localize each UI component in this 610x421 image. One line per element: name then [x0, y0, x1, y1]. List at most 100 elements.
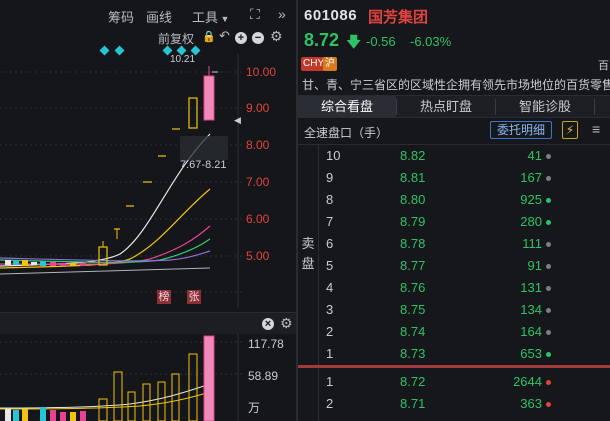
- order-indicator-dot: [546, 176, 551, 181]
- order-quantity: 164: [520, 324, 542, 339]
- rank-tag[interactable]: 榜: [157, 290, 171, 304]
- tab-overview[interactable]: 综合看盘: [298, 96, 396, 118]
- order-price: 8.80: [400, 192, 426, 207]
- limit-up-tag[interactable]: 张: [187, 290, 201, 304]
- order-indicator-dot: [546, 220, 551, 225]
- tab-hotspot[interactable]: 热点盯盘: [397, 96, 495, 118]
- orderbook-row[interactable]: 4 8.76 131: [320, 277, 610, 299]
- lock-icon[interactable]: 🔒: [202, 30, 216, 43]
- settings-icon[interactable]: ⚙: [270, 28, 283, 45]
- orderbook-title: 全速盘口（手）: [304, 126, 389, 140]
- axis-tick: 5.00: [246, 249, 270, 263]
- undo-icon[interactable]: ↶: [219, 28, 230, 44]
- chip-button[interactable]: 筹码: [108, 7, 134, 26]
- candlestick-chart: [0, 54, 242, 308]
- order-price: 8.73: [400, 346, 426, 361]
- orderbook-row[interactable]: 2 8.74 164: [320, 321, 610, 343]
- order-indicator-dot: [546, 198, 551, 203]
- orderbook-row[interactable]: 1 8.73 653: [320, 343, 610, 365]
- order-indicator-dot: [546, 286, 551, 291]
- orderbook-row[interactable]: 5 8.77 91: [320, 255, 610, 277]
- settings-icon[interactable]: ⚙: [280, 315, 293, 332]
- order-level: 1: [326, 374, 334, 389]
- order-quantity: 167: [520, 170, 542, 185]
- company-description: 甘、青、宁三省区的区域性企拥有领先市场地位的百货零售: [302, 78, 610, 92]
- order-quantity: 41: [527, 148, 542, 163]
- tab-bar: 综合看盘 热点盯盘 智能诊股: [298, 95, 610, 118]
- current-price-marker-icon: ◀: [234, 115, 241, 125]
- arrow-down-icon: 🡇: [346, 34, 362, 51]
- order-price: 8.75: [400, 302, 426, 317]
- volume-chart: [0, 334, 242, 421]
- order-quantity: 111: [522, 236, 542, 251]
- bid-ask-split: [298, 365, 610, 368]
- order-quantity: 280: [520, 214, 542, 229]
- order-price: 8.74: [400, 324, 426, 339]
- orderbook-row[interactable]: 6 8.78 111: [320, 233, 610, 255]
- order-level: 9: [326, 170, 334, 185]
- order-detail-button[interactable]: 委托明细: [490, 121, 552, 139]
- volume-axis-tick: 117.78: [248, 337, 284, 351]
- draw-line-button[interactable]: 画线: [146, 7, 172, 26]
- stock-code: 601086: [304, 7, 358, 24]
- tools-button[interactable]: 工具 ▼: [192, 7, 229, 26]
- order-price: 8.79: [400, 214, 426, 229]
- orderbook-row[interactable]: 1 8.72 2644: [320, 371, 610, 393]
- order-level: 4: [326, 280, 334, 295]
- price-change-pct: -6.03%: [410, 34, 452, 49]
- orderbook-row[interactable]: 7 8.79 280: [320, 211, 610, 233]
- last-price: 8.72: [304, 30, 340, 50]
- order-indicator-dot: [546, 154, 551, 159]
- order-indicator-dot: [546, 352, 551, 357]
- sell-side-text: 卖盘: [301, 236, 315, 271]
- menu-icon[interactable]: ≡: [592, 121, 600, 137]
- order-level: 2: [326, 324, 334, 339]
- quote-pane: 601086 国芳集团 8.72 🡇 -0.56 -6.03% CHY 沪 百 …: [298, 0, 610, 421]
- side-badge: 百: [598, 60, 609, 72]
- fullscreen-icon[interactable]: ⛶: [250, 6, 260, 23]
- orderbook-row[interactable]: 3 8.75 134: [320, 299, 610, 321]
- orderbook-row[interactable]: 2 8.71 363: [320, 393, 610, 415]
- collapse-icon[interactable]: »: [278, 6, 286, 22]
- tab-divider: [594, 99, 595, 115]
- zoom-in-icon[interactable]: +: [235, 32, 247, 44]
- volume-unit: 万: [248, 401, 261, 415]
- order-quantity: 2644: [513, 374, 542, 389]
- order-indicator-dot: [546, 264, 551, 269]
- orderbook-row[interactable]: 8 8.80 925: [320, 189, 610, 211]
- volume-axis-tick: 58.89: [248, 369, 279, 383]
- order-quantity: 925: [520, 192, 542, 207]
- order-level: 7: [326, 214, 334, 229]
- tools-label: 工具: [192, 10, 219, 25]
- range-label: 7.67-8.21: [180, 159, 227, 171]
- order-quantity: 363: [520, 396, 542, 411]
- order-quantity: 653: [520, 346, 542, 361]
- order-level: 8: [326, 192, 334, 207]
- orderbook-row[interactable]: 10 8.82 41: [320, 145, 610, 167]
- order-indicator-dot: [546, 380, 551, 385]
- column-divider: [318, 145, 319, 365]
- kline-pane: 筹码 画线 工具 ▼ ⛶ » 前复权 🔒 ↶ + − ⚙ 10.21 7.67-…: [0, 0, 296, 421]
- restore-rights-selector[interactable]: 前复权: [158, 30, 194, 47]
- order-level: 1: [326, 346, 334, 361]
- order-indicator-dot: [546, 242, 551, 247]
- price-change: -0.56: [366, 34, 396, 49]
- zoom-out-icon[interactable]: −: [252, 32, 264, 44]
- stock-name: 国芳集团: [368, 9, 429, 26]
- tab-diagnosis[interactable]: 智能诊股: [496, 96, 594, 118]
- axis-tick: 7.00: [246, 175, 270, 189]
- price-axis: 10.00 9.00 8.00 7.00 6.00 5.00: [242, 54, 296, 308]
- order-quantity: 134: [520, 302, 542, 317]
- order-price: 8.81: [400, 170, 426, 185]
- lightning-icon[interactable]: ⚡: [562, 121, 578, 139]
- order-level: 3: [326, 302, 334, 317]
- sell-side-label: 卖盘: [298, 234, 318, 274]
- order-level: 10: [326, 148, 341, 163]
- order-level: 6: [326, 236, 334, 251]
- order-price: 8.71: [400, 396, 426, 411]
- axis-tick: 8.00: [246, 138, 270, 152]
- orderbook-row[interactable]: 9 8.81 167: [320, 167, 610, 189]
- order-quantity: 131: [520, 280, 542, 295]
- close-icon[interactable]: ×: [262, 318, 274, 330]
- high-price-label: 10.21: [170, 54, 196, 65]
